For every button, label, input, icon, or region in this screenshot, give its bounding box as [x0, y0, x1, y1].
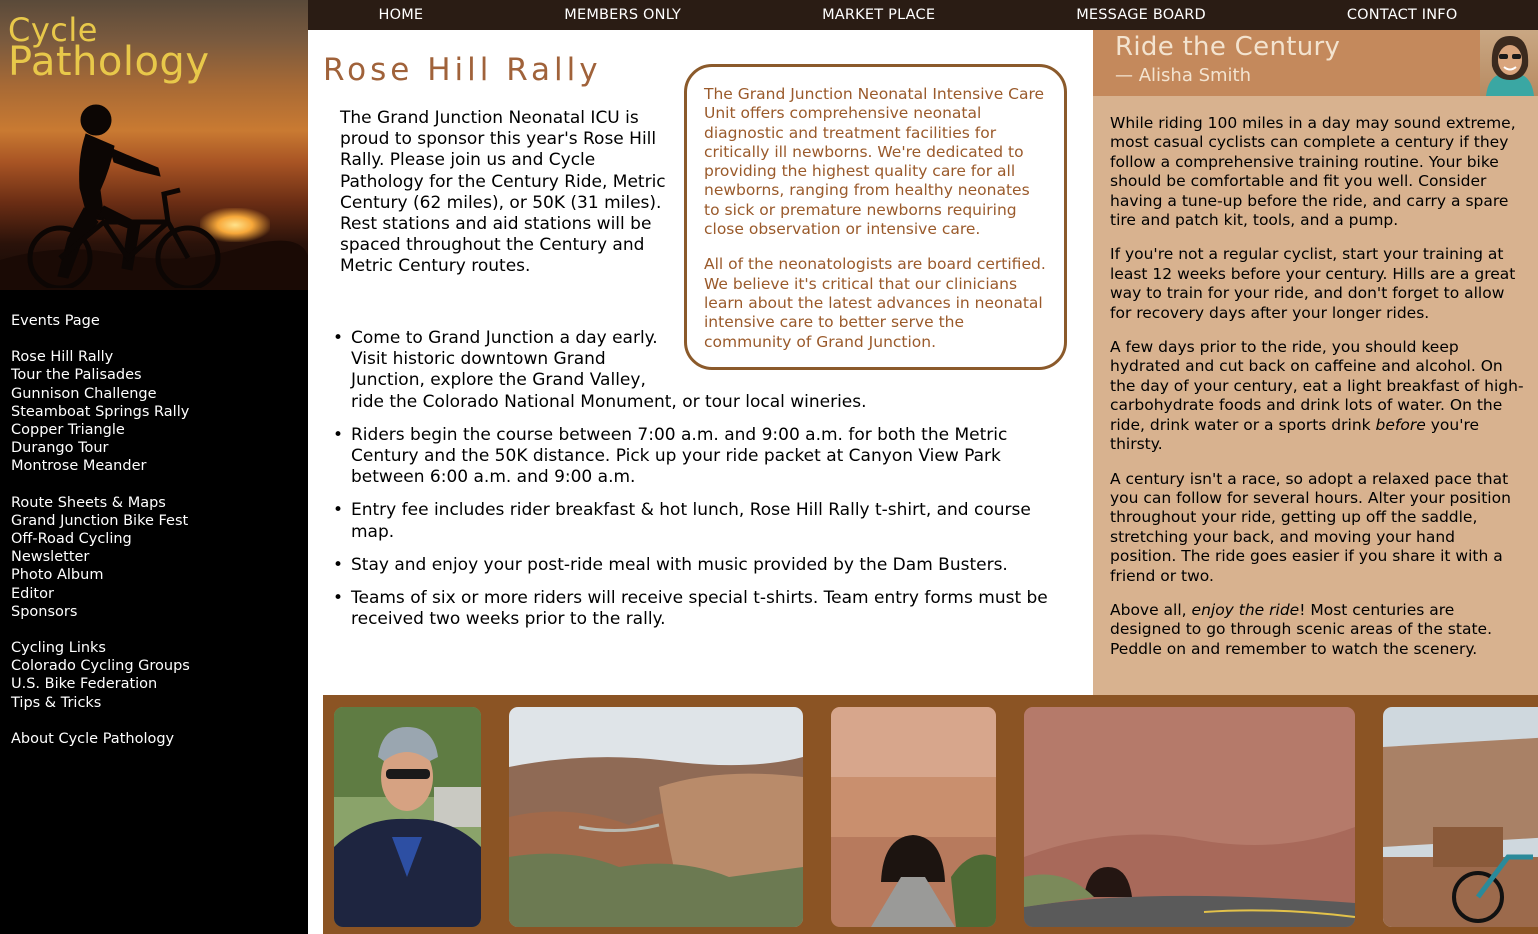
sidebar-article-header: Ride the Century — Alisha Smith: [1093, 30, 1538, 96]
page-title: Rose Hill Rally: [323, 52, 602, 88]
sidebar-item-montrose-meander[interactable]: Montrose Meander: [11, 457, 301, 475]
sidebar-item-colorado-cycling-groups[interactable]: Colorado Cycling Groups: [11, 657, 301, 675]
author-avatar: [1480, 30, 1538, 96]
sidebar-item-route-sheets-maps[interactable]: Route Sheets & Maps: [11, 494, 301, 512]
photo-red-rock-tunnel[interactable]: [1024, 707, 1355, 927]
sidebar-item-u-s-bike-federation[interactable]: U.S. Bike Federation: [11, 675, 301, 693]
list-item-text: ride the Colorado National Monument, or …: [351, 391, 867, 412]
sidebar-item-steamboat-springs-rally[interactable]: Steamboat Springs Rally: [11, 403, 301, 421]
article-paragraph-1: While riding 100 miles in a day may soun…: [1110, 114, 1516, 230]
sidebar-nav: Events Page Rose Hill Rally Tour the Palis…: [11, 312, 301, 766]
intro-paragraph: The Grand Junction Neonatal ICU is proud…: [340, 108, 666, 277]
sidebar-item-gunnison-challenge[interactable]: Gunnison Challenge: [11, 385, 301, 403]
article-paragraph-5: Above all, enjoy the ride! Most centurie…: [1110, 601, 1526, 659]
sidebar-article-body: While riding 100 miles in a day may soun…: [1110, 114, 1526, 674]
sidebar-item-sponsors[interactable]: Sponsors: [11, 603, 301, 621]
sidebar-item-rose-hill-rally[interactable]: Rose Hill Rally: [11, 348, 301, 366]
sidebar-nav-group: Events Page: [11, 312, 301, 330]
sidebar-item-editor[interactable]: Editor: [11, 585, 301, 603]
article-paragraph-3: A few days prior to the ride, you should…: [1110, 338, 1526, 454]
neonatal-info-box: The Grand Junction Neonatal Intensive Ca…: [684, 64, 1067, 370]
sidebar-article-author: — Alisha Smith: [1115, 65, 1252, 86]
sidebar-item-copper-triangle[interactable]: Copper Triangle: [11, 421, 301, 439]
sidebar-nav-group: Rose Hill Rally Tour the Palisades Gunniso…: [11, 348, 301, 475]
sidebar-item-photo-album[interactable]: Photo Album: [11, 566, 301, 584]
sidebar-item-durango-tour[interactable]: Durango Tour: [11, 439, 301, 457]
sidebar-nav-group: Cycling Links Colorado Cycling Groups U.S.…: [11, 639, 301, 712]
sidebar-nav-group: Route Sheets & Maps Grand Junction Bike F…: [11, 494, 301, 621]
photo-road-tunnel[interactable]: [831, 707, 996, 927]
nav-contact-info[interactable]: CONTACT INFO: [1347, 7, 1458, 23]
list-item: Come to Grand Junction a day early. Visi…: [333, 328, 1053, 413]
article-text: Above all,: [1110, 600, 1192, 619]
sidebar-item-newsletter[interactable]: Newsletter: [11, 548, 301, 566]
nav-members-only[interactable]: MEMBERS ONLY: [564, 7, 681, 23]
sidebar-item-off-road-cycling[interactable]: Off-Road Cycling: [11, 530, 301, 548]
article-emphasis: enjoy the ride: [1191, 600, 1300, 619]
sidebar-item-cycling-links[interactable]: Cycling Links: [11, 639, 301, 657]
nav-market-place[interactable]: MARKET PLACE: [822, 7, 935, 23]
photo-canyon-overlook[interactable]: [509, 707, 803, 927]
list-item: Teams of six or more riders will receive…: [333, 588, 1053, 630]
event-details-list: Come to Grand Junction a day early. Visi…: [333, 328, 1053, 642]
sidebar-item-grand-junction-bike-fest[interactable]: Grand Junction Bike Fest: [11, 512, 301, 530]
photo-cyclist-portrait[interactable]: [334, 707, 481, 927]
nav-home[interactable]: HOME: [378, 7, 423, 23]
article-emphasis: before: [1375, 415, 1426, 434]
header-banner: Cycle Pathology: [0, 0, 308, 290]
list-item: Riders begin the course between 7:00 a.m…: [333, 425, 1053, 489]
photo-bike-at-overlook[interactable]: [1383, 707, 1538, 927]
sidebar-article-title: Ride the Century: [1115, 32, 1341, 62]
photo-strip: [323, 695, 1538, 934]
left-column: Cycle Pathology Events Page Rose Hill Ral…: [0, 0, 308, 934]
site-logo[interactable]: Cycle Pathology: [8, 14, 210, 85]
sidebar-item-tour-the-palisades[interactable]: Tour the Palisades: [11, 366, 301, 384]
list-item: Stay and enjoy your post-ride meal with …: [333, 555, 1053, 576]
list-item: Entry fee includes rider breakfast & hot…: [333, 500, 1053, 542]
article-paragraph-4: A century isn't a race, so adopt a relax…: [1110, 469, 1511, 585]
sidebar-item-events-page[interactable]: Events Page: [11, 312, 301, 330]
nav-message-board[interactable]: MESSAGE BOARD: [1076, 7, 1206, 23]
list-item-text: Come to Grand Junction a day early. Visi…: [351, 328, 658, 391]
article-paragraph-2: If you're not a regular cyclist, start y…: [1110, 245, 1516, 322]
sidebar-nav-group: About Cycle Pathology: [11, 730, 301, 748]
sidebar-item-about-cycle-pathology[interactable]: About Cycle Pathology: [11, 730, 301, 748]
logo-line-2: Pathology: [8, 39, 210, 85]
cyclist-silhouette: [27, 104, 221, 288]
top-nav: HOME MEMBERS ONLY MARKET PLACE MESSAGE B…: [308, 0, 1538, 30]
sidebar-item-tips-tricks[interactable]: Tips & Tricks: [11, 694, 301, 712]
ride-the-century-sidebar: Ride the Century — Alisha Smith While ri…: [1093, 30, 1538, 695]
infobox-paragraph-1: The Grand Junction Neonatal Intensive Ca…: [704, 85, 1045, 239]
